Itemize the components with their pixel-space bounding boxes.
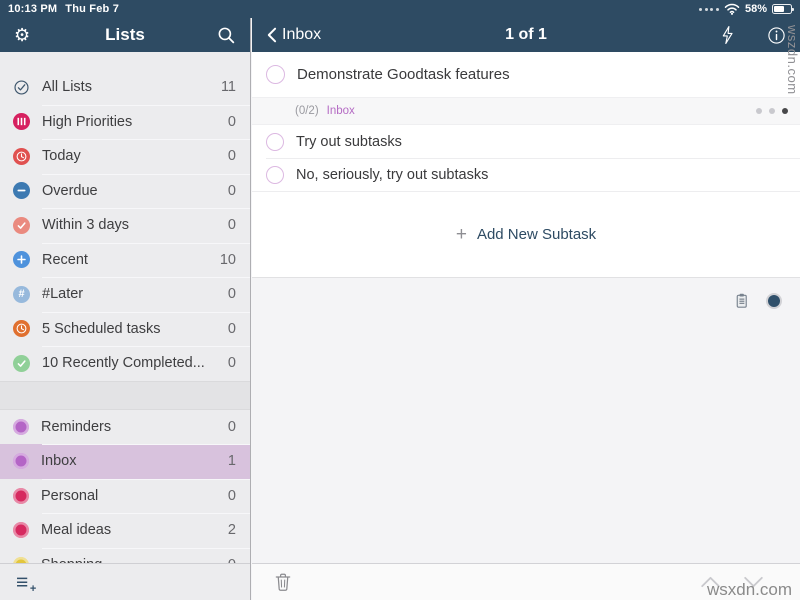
sidebar-item-recent[interactable]: Recent 10 — [0, 243, 250, 278]
count-badge: 2 — [228, 522, 236, 538]
plus-icon — [13, 251, 30, 268]
subtask-progress: (0/2) — [295, 105, 319, 117]
watermark-bottom-right: wsxdn.com — [707, 580, 792, 600]
current-page-dot[interactable] — [768, 295, 780, 307]
task-checkbox[interactable] — [266, 65, 285, 84]
subtask-checkbox[interactable] — [266, 133, 284, 151]
page-dot-active — [782, 108, 788, 114]
subtask-title: Try out subtasks — [296, 134, 402, 150]
status-indicators: 58% — [699, 3, 792, 15]
list-color-dot — [13, 488, 29, 504]
count-badge: 0 — [228, 114, 236, 130]
checkmark-circle-outline-icon — [13, 79, 30, 96]
sidebar-item-scheduled-tasks[interactable]: 5 Scheduled tasks 0 — [0, 312, 250, 347]
sidebar-item-shopping[interactable]: Shopping 0 — [0, 548, 250, 564]
count-badge: 10 — [220, 252, 236, 268]
task-detail-panel: Inbox 1 of 1 Demonstrate Goodtask featur… — [252, 18, 800, 600]
header-actions — [720, 25, 786, 45]
clock-icon — [13, 320, 30, 337]
list-color-dot — [13, 522, 29, 538]
sidebar-item-within-3-days[interactable]: Within 3 days 0 — [0, 208, 250, 243]
count-badge: 0 — [228, 183, 236, 199]
sidebar-item-all-lists[interactable]: All Lists 11 — [0, 70, 250, 105]
status-bar: 10:13 PM Thu Feb 7 58% — [0, 0, 800, 18]
info-icon[interactable] — [767, 26, 786, 45]
count-badge: 11 — [221, 79, 236, 95]
quick-actions-bolt-icon[interactable] — [720, 25, 735, 45]
status-date: Thu Feb 7 — [65, 3, 119, 15]
count-badge: 1 — [228, 453, 236, 469]
detail-header: Inbox 1 of 1 — [252, 18, 800, 52]
count-badge: 0 — [228, 217, 236, 233]
sidebar-item-meal-ideas[interactable]: Meal ideas 2 — [0, 513, 250, 548]
settings-gear-icon[interactable]: ⚙ — [14, 26, 30, 44]
sidebar-header: Lists ⚙ — [0, 18, 250, 52]
back-label: Inbox — [282, 26, 321, 44]
pager-title: 1 of 1 — [252, 26, 800, 44]
task-row[interactable]: Demonstrate Goodtask features — [252, 52, 800, 97]
task-info-row: (0/2) Inbox — [252, 97, 800, 125]
page-dots[interactable] — [756, 108, 788, 114]
sidebar-item-today[interactable]: Today 0 — [0, 139, 250, 174]
sidebar-title: Lists — [0, 25, 250, 45]
battery-percent: 58% — [745, 3, 767, 15]
add-new-subtask-button[interactable]: + Add New Subtask — [456, 225, 596, 244]
goodtask-app-window: 10:13 PM Thu Feb 7 58% Lists ⚙ — [0, 0, 800, 600]
sidebar-section-divider — [0, 381, 250, 410]
sidebar-item-inbox-selected[interactable]: Inbox 1 — [0, 444, 250, 479]
count-badge: 0 — [228, 488, 236, 504]
status-time: 10:13 PM — [8, 3, 57, 15]
plus-icon: + — [456, 225, 467, 244]
count-badge: 0 — [228, 419, 236, 435]
minus-icon — [13, 182, 30, 199]
task-card: Demonstrate Goodtask features (0/2) Inbo… — [252, 52, 800, 278]
sidebar-item-overdue[interactable]: Overdue 0 — [0, 174, 250, 209]
list-color-dot — [13, 453, 29, 469]
subtask-row[interactable]: Try out subtasks — [252, 125, 800, 158]
priority-bars-icon — [13, 113, 30, 130]
subtask-checkbox[interactable] — [266, 166, 284, 184]
task-list-name: Inbox — [327, 105, 756, 117]
watermark-top-right: wszdn.com — [785, 25, 800, 95]
edit-lists-button[interactable]: ≡+ — [16, 572, 28, 593]
count-badge: 0 — [228, 148, 236, 164]
status-time-date: 10:13 PM Thu Feb 7 — [8, 3, 119, 15]
cellular-signal-icon — [699, 8, 719, 11]
trash-icon[interactable] — [274, 572, 292, 592]
detail-page-controls — [252, 278, 800, 310]
wifi-icon — [724, 3, 740, 15]
clock-icon — [13, 148, 30, 165]
list-color-dot — [13, 419, 29, 435]
battery-icon — [772, 4, 792, 14]
sidebar-item-high-priorities[interactable]: High Priorities 0 — [0, 105, 250, 140]
sidebar-item-recently-completed[interactable]: 10 Recently Completed... 0 — [0, 346, 250, 381]
add-subtask-area: + Add New Subtask — [252, 191, 800, 277]
sidebar-toolbar: ≡+ — [0, 563, 250, 600]
sidebar-item-later-tag[interactable]: # #Later 0 — [0, 277, 250, 312]
sidebar-list-container: All Lists 11 High Priorities 0 Today 0 — [0, 52, 250, 563]
checkmark-icon — [13, 355, 30, 372]
back-button[interactable]: Inbox — [266, 26, 321, 44]
detail-content: Demonstrate Goodtask features (0/2) Inbo… — [252, 52, 800, 563]
checkmark-icon — [13, 217, 30, 234]
sidebar-item-personal[interactable]: Personal 0 — [0, 479, 250, 514]
count-badge: 0 — [228, 321, 236, 337]
search-icon[interactable] — [217, 26, 236, 45]
notes-clipboard-icon[interactable] — [733, 292, 750, 310]
lists-sidebar: Lists ⚙ All Lists 11 High Priorities — [0, 18, 251, 600]
page-dot — [756, 108, 762, 114]
count-badge: 0 — [228, 355, 236, 371]
plus-badge: + — [30, 584, 36, 595]
hash-icon: # — [13, 286, 30, 303]
count-badge: 0 — [228, 286, 236, 302]
page-dot — [769, 108, 775, 114]
back-chevron-icon — [266, 26, 277, 44]
subtask-title: No, seriously, try out subtasks — [296, 167, 488, 183]
task-title: Demonstrate Goodtask features — [297, 66, 510, 83]
subtask-row[interactable]: No, seriously, try out subtasks — [252, 158, 800, 191]
sidebar-item-reminders[interactable]: Reminders 0 — [0, 410, 250, 445]
